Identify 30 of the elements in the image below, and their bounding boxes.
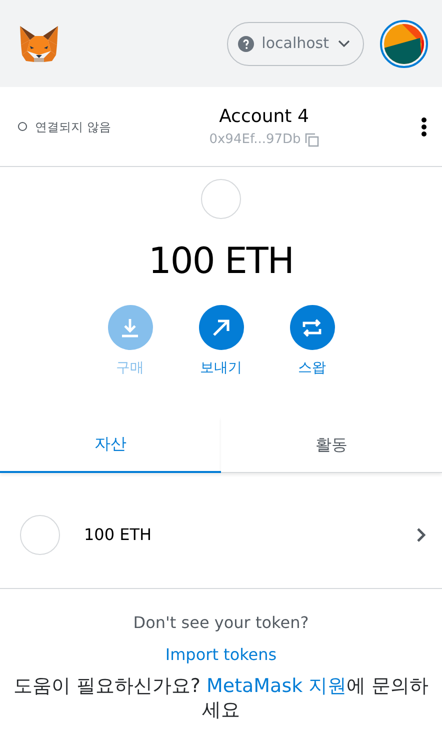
token-question: Don't see your token? — [133, 612, 309, 634]
balance-amount: 100 ETH — [148, 240, 294, 284]
connection-status[interactable]: 연결되지 않음 — [18, 118, 148, 136]
more-options-icon[interactable] — [420, 116, 428, 136]
tab[interactable]: 활동 — [221, 417, 442, 473]
action-label: 보내기 — [200, 359, 242, 378]
asset-amount: 100 ETH — [84, 524, 153, 546]
help-icon — [238, 36, 254, 52]
chevron-right-icon — [416, 526, 426, 542]
support-text: 도움이 필요하신가요? MetaMask 지원에 문의하세요 — [12, 675, 430, 722]
account-name[interactable]: Account 4 — [219, 103, 309, 130]
download-icon — [119, 316, 141, 338]
support-link[interactable]: MetaMask 지원 — [206, 675, 347, 697]
token-icon — [20, 514, 60, 554]
swap-arrows-icon — [301, 316, 323, 338]
tab[interactable]: 자산 — [0, 417, 221, 473]
action-label: 스왑 — [298, 359, 326, 378]
account-avatar[interactable] — [384, 24, 424, 64]
network-selector[interactable]: localhost — [226, 22, 364, 66]
import-tokens-link[interactable]: Import tokens — [165, 643, 277, 667]
swap-button[interactable] — [290, 305, 334, 350]
action-label: 구매 — [116, 359, 144, 378]
asset-row[interactable]: 100 ETH — [0, 481, 442, 589]
fox-logo-icon — [18, 24, 60, 62]
copy-icon[interactable] — [304, 133, 319, 147]
send-button[interactable] — [198, 305, 244, 350]
chevron-down-icon — [337, 38, 351, 48]
account-address[interactable]: 0x94Ef...97Db — [209, 130, 301, 150]
token-icon — [201, 179, 241, 219]
connection-text: 연결되지 않음 — [35, 118, 111, 136]
